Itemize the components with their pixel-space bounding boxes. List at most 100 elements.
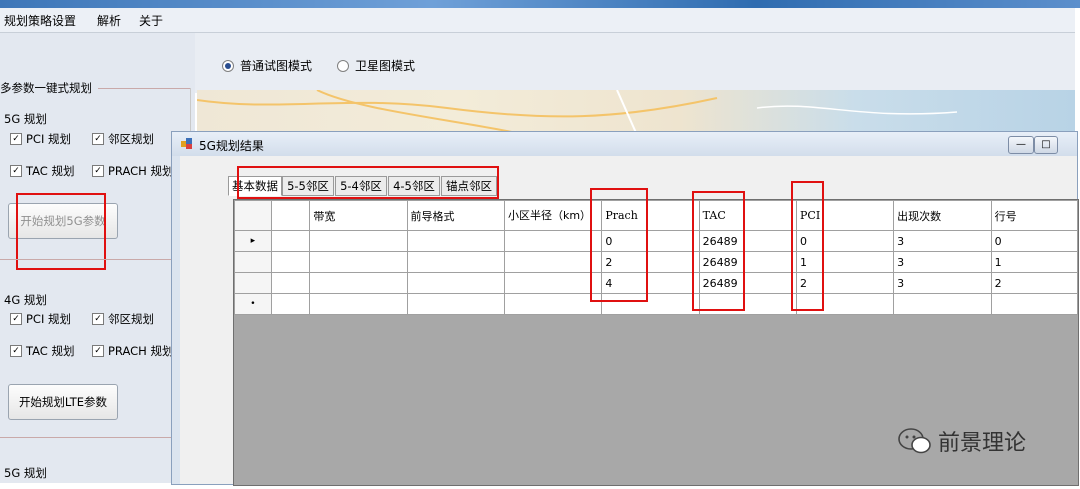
section-divider [0, 437, 190, 438]
row-header [234, 272, 272, 294]
section-divider [0, 259, 190, 260]
radio-label: 卫星图模式 [355, 59, 416, 73]
cell-count[interactable]: 3 [893, 230, 992, 252]
column-header-radius[interactable]: 小区半径（km） [503, 200, 603, 231]
cell-count[interactable]: 3 [893, 272, 992, 294]
cell-blank[interactable] [270, 293, 311, 315]
cell-radius[interactable] [503, 251, 603, 273]
cell-preamble[interactable] [406, 272, 505, 294]
table-row[interactable]: 2 26489 1 3 1 [234, 251, 1078, 273]
highlight-box-tac [692, 191, 745, 311]
check-icon: ✓ [92, 133, 104, 145]
cell-blank[interactable] [270, 251, 311, 273]
radio-satellite-view[interactable]: 卫星图模式 [337, 57, 415, 74]
section-4g-title: 4G 规划 [4, 293, 47, 307]
check-icon: ✓ [10, 313, 22, 325]
checkbox-label: PCI 规划 [26, 312, 72, 326]
radio-normal-view[interactable]: 普通试图模式 [222, 57, 312, 74]
map-view[interactable] [197, 90, 1075, 135]
check-icon: ✓ [10, 165, 22, 177]
cell-row-number[interactable]: 1 [990, 251, 1078, 273]
result-table: 带宽 前导格式 小区半径（km） Prach TAC PCI 出现次数 行号 ▸… [234, 200, 1078, 315]
cell-empty[interactable] [503, 293, 603, 315]
minimize-icon: — [1016, 139, 1026, 150]
check-icon: ✓ [10, 345, 22, 357]
wechat-icon [898, 428, 931, 454]
watermark: 前景理论 [898, 424, 1068, 458]
highlight-box-pci [791, 181, 824, 311]
radio-unselected-icon [337, 59, 349, 72]
table-row[interactable]: 4 26489 2 3 2 [234, 272, 1078, 294]
checkbox-4g-neighbor[interactable]: ✓ 邻区规划 [92, 311, 154, 327]
cell-blank[interactable] [270, 230, 311, 252]
checkbox-5g-tac[interactable]: ✓ TAC 规划 [10, 163, 74, 179]
cell-empty[interactable] [893, 293, 992, 315]
checkbox-4g-prach[interactable]: ✓ PRACH 规划 [92, 343, 173, 359]
cell-empty[interactable] [309, 293, 408, 315]
title-bar-strip [0, 0, 1080, 8]
checkbox-5g-neighbor[interactable]: ✓ 邻区规划 [92, 131, 154, 147]
minimize-button[interactable]: — [1008, 136, 1034, 154]
checkbox-label: PRACH 规划 [108, 344, 174, 358]
group-divider [98, 88, 190, 89]
app-icon [181, 138, 193, 149]
radio-label: 普通试图模式 [240, 59, 313, 73]
table-row[interactable]: ▸ 0 26489 0 3 0 [234, 230, 1078, 252]
current-row-indicator: ▸ [234, 230, 272, 252]
checkbox-label: TAC 规划 [26, 344, 75, 358]
menu-bar: 规划策略设置 解析 关于 [0, 8, 1075, 33]
section-5g-title: 5G 规划 [4, 112, 47, 126]
cell-radius[interactable] [503, 272, 603, 294]
cell-blank[interactable] [270, 272, 311, 294]
checkbox-label: 邻区规划 [108, 312, 154, 326]
section-5g-title-bottom: 5G 规划 [4, 466, 47, 480]
start-lte-planning-button[interactable]: 开始规划LTE参数 [8, 384, 118, 420]
cell-bandwidth[interactable] [309, 230, 408, 252]
menu-about[interactable]: 关于 [139, 12, 163, 29]
checkbox-label: PRACH 规划 [108, 164, 174, 178]
menu-strategy-settings[interactable]: 规划策略设置 [4, 12, 76, 29]
cell-empty[interactable] [406, 293, 505, 315]
cell-bandwidth[interactable] [309, 251, 408, 273]
row-header [234, 251, 272, 273]
maximize-button[interactable]: □ [1034, 136, 1058, 154]
table-header-row: 带宽 前导格式 小区半径（km） Prach TAC PCI 出现次数 行号 [234, 200, 1078, 231]
checkbox-4g-tac[interactable]: ✓ TAC 规划 [10, 343, 74, 359]
checkbox-label: TAC 规划 [26, 164, 75, 178]
left-panel: 多参数一键式规划 5G 规划 ✓ PCI 规划 ✓ 邻区规划 ✓ TAC 规划 ✓ PR… [0, 33, 195, 483]
check-icon: ✓ [92, 345, 104, 357]
maximize-icon: □ [1041, 139, 1051, 150]
menu-parse[interactable]: 解析 [97, 12, 121, 29]
checkbox-label: 邻区规划 [108, 132, 154, 146]
cell-count[interactable]: 3 [893, 251, 992, 273]
check-icon: ✓ [10, 133, 22, 145]
cell-bandwidth[interactable] [309, 272, 408, 294]
column-header-blank [270, 200, 311, 231]
column-header-count[interactable]: 出现次数 [893, 200, 992, 231]
dialog-title-bar: 5G规划结果 — □ [172, 132, 1077, 156]
cell-radius[interactable] [503, 230, 603, 252]
new-row-indicator: • [234, 293, 272, 315]
check-icon: ✓ [92, 313, 104, 325]
watermark-text: 前景理论 [938, 431, 1027, 456]
cell-empty[interactable] [990, 293, 1078, 315]
dialog-title: 5G规划结果 [199, 139, 264, 153]
checkbox-5g-pci[interactable]: ✓ PCI 规划 [10, 131, 71, 147]
view-mode-bar: 普通试图模式 卫星图模式 [195, 33, 1075, 93]
check-icon: ✓ [92, 165, 104, 177]
checkbox-5g-prach[interactable]: ✓ PRACH 规划 [92, 163, 173, 179]
map-roads [197, 90, 958, 135]
checkbox-label: PCI 规划 [26, 132, 72, 146]
column-header-bandwidth[interactable]: 带宽 [309, 200, 408, 231]
column-header-row-number[interactable]: 行号 [990, 200, 1078, 231]
row-header-corner [234, 200, 272, 231]
cell-row-number[interactable]: 0 [990, 230, 1078, 252]
cell-preamble[interactable] [406, 251, 505, 273]
column-header-preamble[interactable]: 前导格式 [406, 200, 505, 231]
highlight-box-tabs [237, 166, 499, 199]
group-title: 多参数一键式规划 [0, 81, 92, 95]
cell-row-number[interactable]: 2 [990, 272, 1078, 294]
checkbox-4g-pci[interactable]: ✓ PCI 规划 [10, 311, 71, 327]
cell-preamble[interactable] [406, 230, 505, 252]
table-new-row[interactable]: • [234, 293, 1078, 315]
